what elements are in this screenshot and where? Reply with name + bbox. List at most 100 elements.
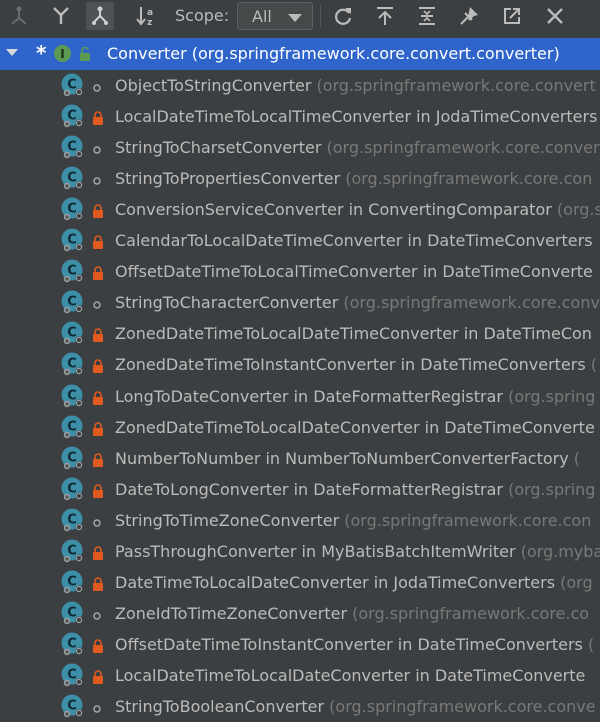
tree-row[interactable]: C LongToDateConverter in DateFormatterRe… — [0, 381, 600, 412]
scope-dropdown[interactable]: All — [237, 2, 313, 30]
tree-row[interactable]: C ZonedDateTimeToLocalDateTimeConverter … — [0, 318, 600, 349]
lock-icon — [92, 234, 104, 253]
lock-icon — [92, 390, 104, 409]
class-icon: C — [60, 600, 86, 626]
class-icon: C — [60, 103, 86, 129]
tree-row[interactable]: C StringToTimeZoneConverter (org.springf… — [0, 505, 600, 536]
expand-all-icon[interactable] — [413, 2, 441, 30]
class-icon: C — [60, 414, 86, 440]
lock-icon — [92, 203, 104, 222]
pin-icon[interactable] — [455, 2, 483, 30]
tree-row-label: OffsetDateTimeToLocalTimeConverter in Da… — [115, 262, 593, 281]
tree-row-label: LocalDateTimeToLocalDateConverter in Dat… — [115, 666, 585, 685]
tree-row[interactable]: C StringToCharsetConverter (org.springfr… — [0, 132, 600, 163]
tree-row[interactable]: C StringToPropertiesConverter (org.sprin… — [0, 163, 600, 194]
package-name: ( — [568, 448, 580, 468]
class-icon: C — [60, 258, 86, 284]
class-name: DateTimeToLocalDateConverter in JodaTime… — [115, 572, 556, 592]
class-icon: C — [60, 538, 86, 564]
class-name: ObjectToStringConverter — [115, 76, 312, 95]
tree-row[interactable]: C LocalDateTimeToLocalTimeConverter in J… — [0, 101, 600, 132]
tree-row[interactable]: C ObjectToStringConverter (org.springfra… — [0, 70, 600, 101]
tree-row-label: StringToCharsetConverter (org.springfram… — [115, 138, 600, 157]
lock-icon — [92, 265, 104, 284]
package-private-icon — [92, 141, 102, 160]
class-name: OffsetDateTimeToLocalTimeConverter in Da… — [115, 262, 593, 282]
tree-row[interactable]: C OffsetDateTimeToInstantConverter in Da… — [0, 629, 600, 660]
package-name: (org.springframework.core.con — [339, 510, 592, 530]
scope-value: All — [252, 7, 272, 26]
svg-text:C: C — [67, 605, 77, 620]
class-name: StringToPropertiesConverter — [115, 169, 341, 189]
tree-row-label: StringToTimeZoneConverter (org.springfra… — [115, 511, 591, 530]
package-name: (org.spring — [502, 479, 596, 499]
tree-root-row[interactable]: * I Converter (org.springframework.core.… — [0, 38, 600, 70]
package-private-icon — [92, 79, 102, 98]
tree-row[interactable]: C NumberToNumber in NumberToNumberConver… — [0, 443, 600, 474]
class-hierarchy-icon[interactable] — [86, 2, 114, 30]
type-hierarchy-tree: * I Converter (org.springframework.core.… — [0, 38, 600, 722]
package-private-icon — [92, 172, 102, 191]
tree-row[interactable]: C ZoneIdToTimeZoneConverter (org.springf… — [0, 598, 600, 629]
chevron-down-icon[interactable] — [6, 49, 18, 56]
export-icon[interactable] — [371, 2, 399, 30]
close-icon[interactable] — [541, 2, 569, 30]
class-icon: C — [60, 196, 86, 222]
tree-row[interactable]: C LocalDateTimeToLocalDateConverter in D… — [0, 660, 600, 691]
class-name: StringToTimeZoneConverter — [115, 510, 340, 530]
tree-row-label: ObjectToStringConverter (org.springframe… — [115, 76, 596, 95]
class-icon: C — [60, 227, 86, 253]
lock-icon — [92, 452, 104, 471]
open-in-window-icon[interactable] — [498, 2, 526, 30]
svg-text:C: C — [67, 78, 77, 93]
supertypes-hierarchy-icon[interactable] — [5, 2, 33, 30]
tree-row-label: StringToPropertiesConverter (org.springf… — [115, 169, 592, 188]
lock-icon — [92, 638, 104, 657]
tree-row[interactable]: C DateToLongConverter in DateFormatterRe… — [0, 474, 600, 505]
tree-row-label: ZonedDateTimeToInstantConverter in DateT… — [115, 355, 597, 374]
chevron-down-icon — [288, 14, 302, 22]
svg-text:C: C — [67, 699, 77, 714]
tree-row[interactable]: C PassThroughConverter in MyBatisBatchIt… — [0, 536, 600, 567]
tree-row-label: StringToCharacterConverter (org.springfr… — [115, 293, 600, 312]
tree-row[interactable]: C ConversionServiceConverter in Converti… — [0, 194, 600, 225]
svg-text:C: C — [67, 667, 77, 682]
package-name: (org.myba — [515, 541, 600, 561]
class-icon: C — [60, 320, 86, 346]
class-name: LocalDateTimeToLocalTimeConverter in Jod… — [115, 107, 598, 127]
class-name: PassThroughConverter in MyBatisBatchItem… — [115, 541, 516, 561]
package-name: ( — [582, 634, 595, 654]
svg-text:C: C — [67, 636, 77, 651]
subtypes-hierarchy-icon[interactable] — [47, 2, 75, 30]
package-name: (org.springframework.core.co — [347, 603, 590, 623]
svg-text:C: C — [67, 326, 77, 341]
lock-icon — [92, 576, 104, 595]
tree-row[interactable]: C OffsetDateTimeToLocalTimeConverter in … — [0, 256, 600, 287]
class-name: LocalDateTimeToLocalDateConverter in Dat… — [115, 665, 586, 685]
tree-row[interactable]: C StringToBooleanConverter (org.springfr… — [0, 691, 600, 722]
tree-row[interactable]: C ZonedDateTimeToLocalDateConverter in D… — [0, 412, 600, 443]
tree-row-label: ZonedDateTimeToLocalDateTimeConverter in… — [115, 324, 592, 343]
class-icon: C — [60, 693, 86, 719]
svg-text:C: C — [67, 233, 77, 248]
class-name: StringToCharsetConverter — [115, 138, 322, 158]
sort-alphabetically-icon[interactable]: az — [133, 2, 161, 30]
tree-row-label: OffsetDateTimeToInstantConverter in Date… — [115, 635, 594, 654]
unlock-icon — [79, 46, 91, 65]
svg-text:C: C — [67, 264, 77, 279]
class-icon: C — [60, 134, 86, 160]
svg-text:C: C — [67, 512, 77, 527]
svg-text:C: C — [67, 140, 77, 155]
svg-text:C: C — [67, 574, 77, 589]
class-name: StringToCharacterConverter — [115, 293, 339, 313]
tree-row[interactable]: C ZonedDateTimeToInstantConverter in Dat… — [0, 349, 600, 380]
refresh-icon[interactable] — [329, 2, 357, 30]
tree-row[interactable]: C CalendarToLocalDateTimeConverter in Da… — [0, 225, 600, 256]
tree-row[interactable]: C DateTimeToLocalDateConverter in JodaTi… — [0, 567, 600, 598]
tree-row-label: LongToDateConverter in DateFormatterRegi… — [115, 387, 595, 406]
base-marker-icon: * — [36, 41, 47, 65]
svg-text:C: C — [67, 295, 77, 310]
class-icon: C — [60, 569, 86, 595]
svg-text:C: C — [67, 388, 77, 403]
tree-row[interactable]: C StringToCharacterConverter (org.spring… — [0, 287, 600, 318]
